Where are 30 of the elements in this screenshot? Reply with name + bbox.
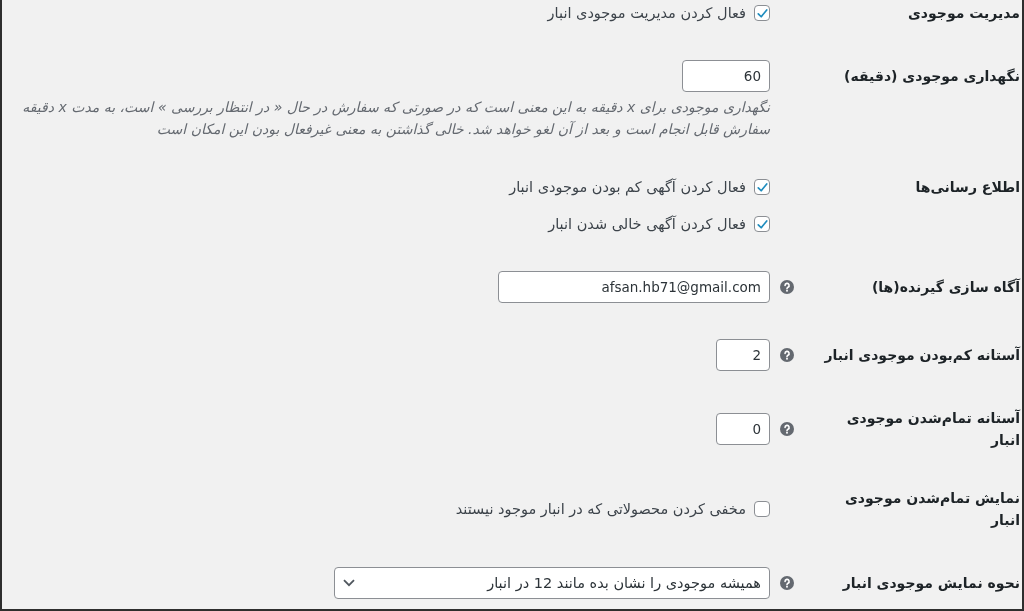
help-icon[interactable] (780, 280, 794, 294)
checkbox[interactable] (754, 501, 770, 517)
setting-label: نگهداری موجودی (دقیقه) (844, 67, 1021, 87)
setting-label: آستانه تمام‌شدن موجودی انبار (845, 408, 1022, 450)
checkmark-icon (755, 6, 769, 20)
input-field[interactable]: 2 (716, 339, 770, 371)
setting-label: نمایش تمام‌شدن موجودی انبار (844, 489, 1021, 530)
chevron-down-icon (343, 579, 355, 587)
checkbox-label[interactable]: مخفی کردن محصولاتی که در انبار موجود نیستند (455, 501, 746, 517)
checkbox-label[interactable]: فعال کردن آگهی کم بودن موجودی انبار (509, 179, 746, 195)
help-icon[interactable] (780, 576, 794, 590)
setting-label: آگاه سازی گیرنده(ها) (871, 277, 1022, 298)
input-field[interactable]: 0 (716, 413, 770, 445)
checkbox[interactable] (754, 216, 770, 232)
checkbox[interactable] (754, 5, 770, 21)
input-field[interactable]: 60 (682, 60, 770, 92)
dropdown-select[interactable]: همیشه موجودی را نشان بده مانند 12 در انبار (334, 567, 770, 599)
setting-label: اطلاع رسانی‌ها (915, 178, 1021, 197)
help-icon[interactable] (780, 422, 794, 436)
help-icon[interactable] (780, 348, 794, 362)
setting-label: مدیریت موجودی (908, 4, 1021, 24)
checkbox[interactable] (754, 179, 770, 195)
setting-label: نحوه نمایش موجودی انبار (842, 574, 1021, 594)
input-field[interactable]: afsan.hb71@gmail.com (498, 271, 770, 303)
checkbox-label[interactable]: فعال کردن مدیریت موجودی انبار (547, 5, 746, 21)
checkbox-label[interactable]: فعال کردن آگهی خالی شدن انبار (548, 216, 746, 232)
checkmark-icon (755, 217, 769, 231)
field-description: نگهداری موجودی برای x دقیقه به این معنی است که در صورتی که سفارش در حال « در انتظار بررسی » است، به مدت x دقیقه سفارش قابل انجام است و بعد از آن لغو خواهد شد. خالی گذاشتن به معنی غیرفعال بودن این امکان است (21, 98, 770, 140)
setting-label: آستانه کم‌بودن موجودی انبار (824, 345, 1022, 366)
checkmark-icon (755, 180, 769, 194)
